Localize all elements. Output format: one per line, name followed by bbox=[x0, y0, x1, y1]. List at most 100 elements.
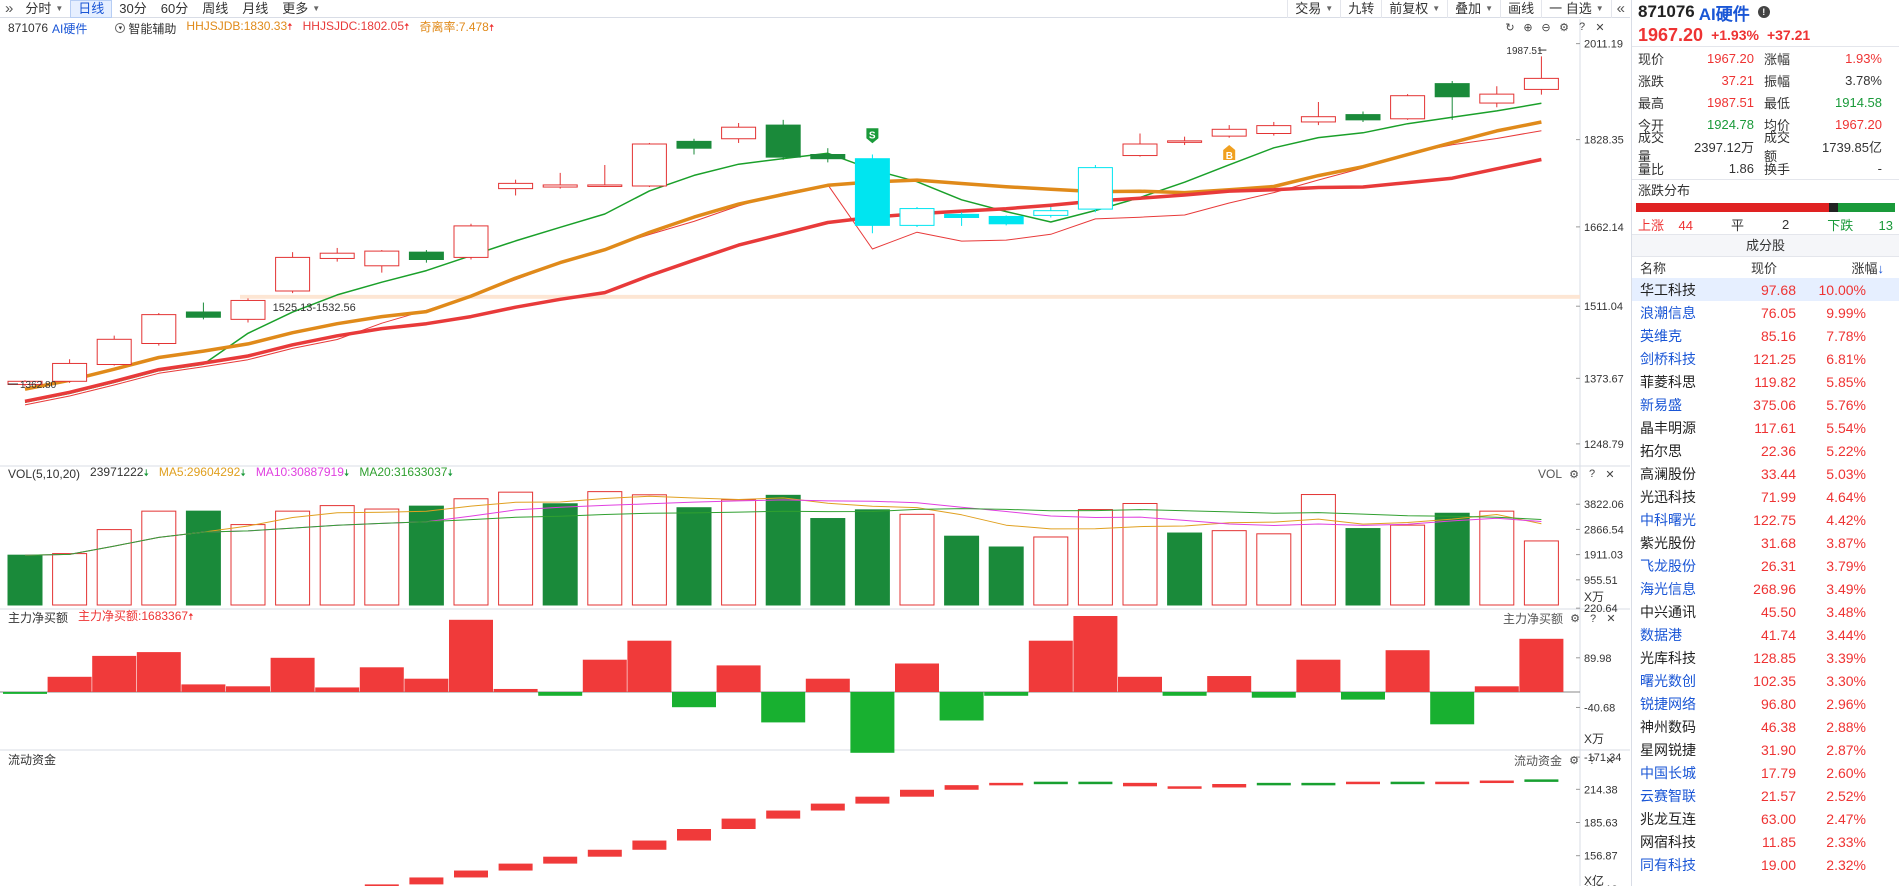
settings-icon[interactable]: ⚙ bbox=[1558, 21, 1570, 34]
constituent-price: 17.79 bbox=[1760, 764, 1796, 781]
constituent-row[interactable]: 菲菱科思 119.82 5.85% bbox=[1632, 370, 1899, 393]
vol-value: 23971222🠇 bbox=[90, 465, 149, 479]
flow-value: 主力净买额:1683367🠅 bbox=[78, 609, 194, 623]
stat-value: 1967.20 bbox=[1707, 50, 1754, 66]
tool-item-1[interactable]: 九转 bbox=[1340, 0, 1381, 18]
col-pct[interactable]: 涨幅↓ bbox=[1804, 258, 1894, 277]
dist-flat-count: 2 bbox=[1781, 216, 1790, 232]
collapse-left-icon[interactable]: » bbox=[0, 0, 18, 18]
constituent-pct: 7.78% bbox=[1826, 327, 1866, 344]
tool-item-5[interactable]: 一 自选 ▼ bbox=[1541, 0, 1611, 18]
help-icon[interactable]: ? bbox=[1586, 468, 1598, 480]
constituent-row[interactable]: 中科曙光 122.75 4.42% bbox=[1632, 508, 1899, 531]
constituent-row[interactable]: 光库科技 128.85 3.39% bbox=[1632, 646, 1899, 669]
constituent-row[interactable]: 神州数码 46.38 2.88% bbox=[1632, 715, 1899, 738]
help-icon[interactable]: ? bbox=[1576, 21, 1588, 33]
constituent-row[interactable]: 拓尔思 22.36 5.22% bbox=[1632, 439, 1899, 462]
settings-icon[interactable]: ⚙ bbox=[1568, 468, 1580, 481]
volume-bar bbox=[988, 546, 1024, 606]
period-tab-2[interactable]: 30分 bbox=[112, 0, 153, 18]
tool-item-0[interactable]: 交易 ▼ bbox=[1287, 0, 1340, 18]
caret-down-icon: ▼ bbox=[1595, 3, 1604, 13]
constituent-row[interactable]: 数据港 41.74 3.44% bbox=[1632, 623, 1899, 646]
info-icon[interactable]: ! bbox=[1757, 6, 1770, 18]
constituent-row[interactable]: 晶丰明源 117.61 5.54% bbox=[1632, 416, 1899, 439]
down-arrow-icon: 🠇 bbox=[240, 468, 246, 479]
vol-ma20: MA20:31633037🠇 bbox=[359, 465, 453, 479]
ma-thin-red-line bbox=[24, 130, 1542, 406]
liquidity-bar bbox=[1123, 782, 1157, 787]
candle-body bbox=[721, 126, 757, 140]
close-icon[interactable]: ✕ bbox=[1594, 21, 1606, 34]
period-tab-4[interactable]: 周线 bbox=[195, 0, 235, 18]
col-price[interactable]: 现价 bbox=[1724, 258, 1804, 277]
flow-bar bbox=[1341, 692, 1385, 700]
help-icon[interactable]: ? bbox=[1587, 613, 1599, 625]
constituent-name: 光迅科技 bbox=[1640, 488, 1696, 505]
constituent-row[interactable]: 中兴通讯 45.50 3.48% bbox=[1632, 600, 1899, 623]
vol-right-label: VOL bbox=[1538, 467, 1563, 481]
add-icon[interactable]: ⊕ bbox=[1522, 21, 1534, 34]
flow-bar bbox=[3, 692, 47, 694]
period-tab-5[interactable]: 月线 bbox=[235, 0, 275, 18]
help-icon[interactable]: ? bbox=[1586, 755, 1598, 767]
constituent-row[interactable]: 锐捷网络 96.80 2.96% bbox=[1632, 692, 1899, 715]
tool-item-3[interactable]: 叠加 ▼ bbox=[1447, 0, 1500, 18]
caret-down-icon: ▼ bbox=[1325, 3, 1334, 13]
constituent-row[interactable]: 兆龙互连 63.00 2.47% bbox=[1632, 807, 1899, 830]
constituent-row[interactable]: 飞龙股份 26.31 3.79% bbox=[1632, 554, 1899, 577]
quote-row: 现价 1967.20 涨幅 1.93% bbox=[1632, 47, 1899, 69]
period-tab-6[interactable]: 更多 ▼ bbox=[275, 0, 327, 18]
period-tab-1[interactable]: 日线 bbox=[70, 0, 113, 18]
quote-name[interactable]: AI硬件 bbox=[1699, 0, 1750, 25]
constituent-row[interactable]: 光迅科技 71.99 4.64% bbox=[1632, 485, 1899, 508]
price-zone-band bbox=[240, 294, 1580, 299]
constituent-price: 19.00 bbox=[1760, 856, 1796, 873]
constituent-row[interactable]: 新易盛 375.06 5.76% bbox=[1632, 393, 1899, 416]
liquidity-bar bbox=[1078, 781, 1113, 785]
constituent-row[interactable]: 剑桥科技 121.25 6.81% bbox=[1632, 347, 1899, 370]
minus-icon[interactable]: ⊖ bbox=[1540, 21, 1552, 34]
tool-item-2[interactable]: 前复权 ▼ bbox=[1381, 0, 1447, 18]
close-icon[interactable]: ✕ bbox=[1604, 755, 1616, 767]
tool-item-4[interactable]: 画线 bbox=[1500, 0, 1541, 18]
close-icon[interactable]: ✕ bbox=[1605, 613, 1617, 625]
refresh-icon[interactable]: ↻ bbox=[1504, 21, 1516, 34]
vol-ma5: MA5:29604292🠇 bbox=[158, 465, 246, 479]
main-axis-label: 1828.35 bbox=[1584, 135, 1624, 147]
constituent-price: 128.85 bbox=[1753, 649, 1796, 666]
flow-bar bbox=[1162, 692, 1207, 696]
period-tab-3[interactable]: 60分 bbox=[154, 0, 195, 18]
main-axis-label: 2011.19 bbox=[1584, 39, 1623, 51]
constituent-row[interactable]: 曙光数创 102.35 3.30% bbox=[1632, 669, 1899, 692]
constituent-row[interactable]: 浪潮信息 76.05 9.99% bbox=[1632, 301, 1899, 324]
tool-item-label: 叠加 bbox=[1455, 0, 1482, 16]
settings-icon[interactable]: ⚙ bbox=[1569, 613, 1581, 625]
constituent-price: 121.25 bbox=[1753, 350, 1796, 367]
settings-icon[interactable]: ⚙ bbox=[1568, 755, 1580, 767]
constituent-row[interactable]: 英维克 85.16 7.78% bbox=[1632, 324, 1899, 347]
flow-bar bbox=[1296, 659, 1341, 692]
constituent-row[interactable]: 高澜股份 33.44 5.03% bbox=[1632, 462, 1899, 485]
constituent-row[interactable]: 紫光股份 31.68 3.87% bbox=[1632, 531, 1899, 554]
quote-change-pct: +1.93% bbox=[1711, 27, 1759, 43]
col-name[interactable]: 名称 bbox=[1632, 258, 1724, 277]
constituent-row[interactable]: 云赛智联 21.57 2.52% bbox=[1632, 784, 1899, 807]
expand-right-icon[interactable]: « bbox=[1610, 0, 1630, 18]
flow-bar bbox=[404, 678, 449, 692]
candle-body bbox=[52, 362, 88, 382]
liquidity-bar bbox=[1301, 782, 1336, 786]
stat-label: 涨跌 bbox=[1638, 73, 1665, 89]
candle-body bbox=[1300, 116, 1336, 123]
period-tab-0[interactable]: 分时 ▼ bbox=[18, 0, 70, 18]
assist-toggle[interactable]: ▾ 智能辅助 bbox=[115, 20, 176, 37]
liquidity-bar bbox=[409, 877, 444, 885]
close-icon[interactable]: ✕ bbox=[1604, 468, 1616, 481]
constituent-row[interactable]: 网宿科技 11.85 2.33% bbox=[1632, 830, 1899, 853]
constituent-row[interactable]: 同有科技 19.00 2.32% bbox=[1632, 853, 1899, 876]
constituent-row[interactable]: 海光信息 268.96 3.49% bbox=[1632, 577, 1899, 600]
constituent-row[interactable]: 华工科技 97.68 10.00% bbox=[1632, 278, 1899, 301]
constituent-row[interactable]: 中国长城 17.79 2.60% bbox=[1632, 761, 1899, 784]
constituent-row[interactable]: 星网锐捷 31.90 2.87% bbox=[1632, 738, 1899, 761]
kline-chart[interactable]: 2011.19 1828.35 1662.14 1511.04 1373.67 1248.… bbox=[0, 19, 1630, 886]
